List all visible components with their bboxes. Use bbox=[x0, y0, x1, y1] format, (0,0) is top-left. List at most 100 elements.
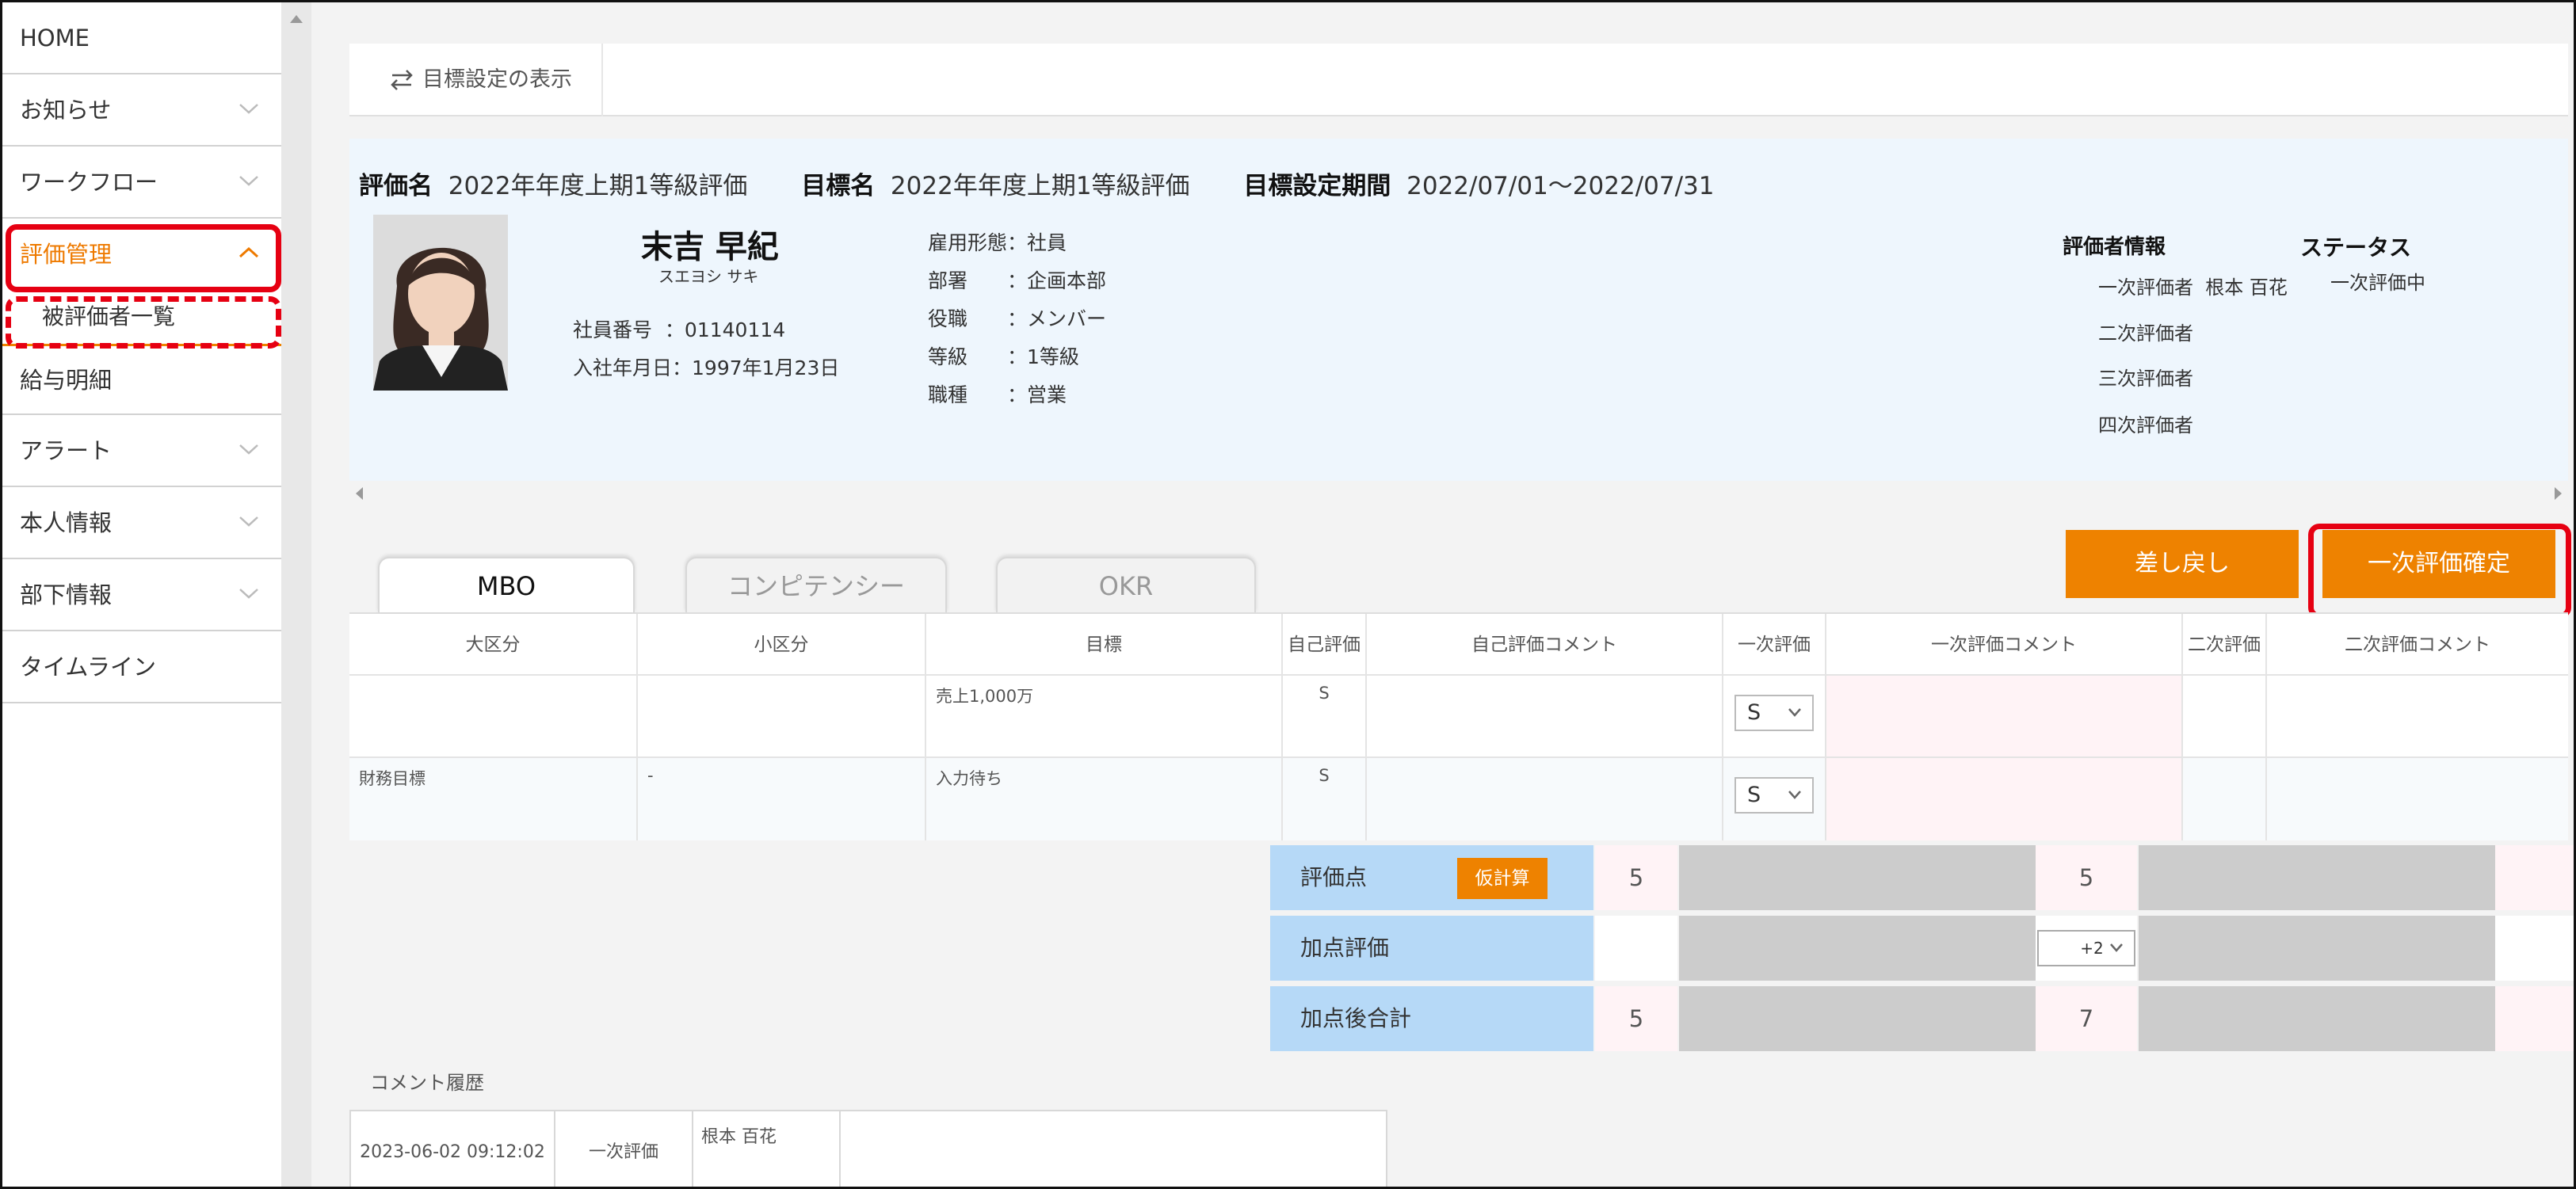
tab-label: コンピテンシー bbox=[727, 571, 905, 601]
minor-category-cell: - bbox=[638, 758, 926, 840]
second-comment-cell bbox=[2267, 676, 2568, 758]
field-value: 営業 bbox=[1027, 383, 1067, 406]
evaluator-name: 根本 百花 bbox=[2205, 276, 2288, 299]
chevron-down-icon bbox=[239, 444, 258, 455]
score-blank bbox=[1679, 986, 2036, 1051]
score-blank bbox=[2139, 845, 2495, 910]
toolbar: 目標設定の表示 bbox=[349, 44, 2568, 116]
second-score bbox=[2495, 845, 2574, 910]
eval-name-label: 評価名 bbox=[359, 172, 433, 200]
evaluator-label: 四次評価者 bbox=[2098, 414, 2193, 436]
sidebar-item-news[interactable]: お知らせ bbox=[2, 74, 281, 147]
comment-history-table: 2023-06-02 09:12:02 一次評価 根本 百花 bbox=[349, 1110, 1387, 1187]
evaluator-label: 二次評価者 bbox=[2098, 322, 2193, 345]
self-comment-cell[interactable] bbox=[1367, 676, 1723, 758]
position-row: 役職 ：メンバー bbox=[928, 303, 1106, 332]
second-comment-cell bbox=[2267, 758, 2568, 840]
sidebar-scrollbar[interactable] bbox=[281, 2, 311, 1187]
employment-type-row: 雇用形態：社員 bbox=[928, 231, 1067, 254]
field-label: 職種 bbox=[928, 383, 968, 406]
chevron-down-icon bbox=[239, 516, 258, 527]
employee-kana: スエヨシ サキ bbox=[658, 267, 759, 286]
second-eval-cell bbox=[2183, 676, 2267, 758]
evaluator-label: 三次評価者 bbox=[2098, 368, 2193, 390]
comment-type: 一次評価 bbox=[555, 1111, 693, 1187]
sidebar-item-profile[interactable]: 本人情報 bbox=[2, 487, 281, 559]
sidebar-item-label: アラート bbox=[20, 437, 113, 464]
sidebar-item-timeline[interactable]: タイムライン bbox=[2, 631, 281, 703]
first-bonus-cell: +2 bbox=[2036, 916, 2137, 981]
first-eval-cell: S bbox=[1723, 758, 1826, 840]
first-comment-cell[interactable] bbox=[1826, 758, 2183, 840]
chevron-down-icon bbox=[239, 176, 258, 186]
score-label: 評価点 bbox=[1300, 864, 1368, 890]
first-total: 7 bbox=[2036, 986, 2137, 1051]
column-header: 自己評価コメント bbox=[1367, 614, 1723, 676]
self-bonus bbox=[1595, 916, 1677, 981]
tab-mbo[interactable]: MBO bbox=[378, 557, 635, 612]
minor-category-cell bbox=[638, 676, 926, 758]
scroll-left-arrow-icon[interactable] bbox=[356, 487, 363, 500]
horizontal-scrollbar[interactable] bbox=[349, 481, 2568, 505]
second-bonus bbox=[2495, 916, 2574, 981]
first-score: 5 bbox=[2036, 845, 2137, 910]
sidebar-item-alert[interactable]: アラート bbox=[2, 415, 281, 487]
employee-number: 01140114 bbox=[684, 318, 786, 341]
field-label: 部署 bbox=[928, 269, 968, 292]
join-date-label: 入社年月日 bbox=[573, 356, 673, 379]
column-header: 自己評価 bbox=[1283, 614, 1367, 676]
chevron-down-icon bbox=[1788, 791, 1801, 799]
bonus-select[interactable]: +2 bbox=[2037, 930, 2135, 966]
tab-competency[interactable]: コンピテンシー bbox=[685, 557, 947, 612]
comment-author: 根本 百花 bbox=[693, 1111, 841, 1187]
status-value: 一次評価中 bbox=[2330, 272, 2425, 294]
sidebar-item-payslip[interactable]: 給与明細 bbox=[2, 346, 281, 415]
field-value: メンバー bbox=[1027, 307, 1107, 330]
major-category-cell bbox=[349, 676, 638, 758]
select-value: +2 bbox=[2080, 939, 2104, 958]
score-blank bbox=[2139, 986, 2495, 1051]
grade-row: 等級 ：1等級 bbox=[928, 341, 1079, 370]
tab-okr[interactable]: OKR bbox=[996, 557, 1256, 612]
employee-number-label: 社員番号 bbox=[573, 318, 653, 341]
toggle-label: 目標設定の表示 bbox=[422, 67, 572, 92]
sidebar-item-home[interactable]: HOME bbox=[2, 2, 281, 74]
column-header: 目標 bbox=[926, 614, 1283, 676]
field-label: 役職 bbox=[928, 307, 968, 330]
sidebar: HOME お知らせ ワークフロー 評価管理 被評価者一覧 給与明細 アラート 本… bbox=[2, 2, 311, 1187]
chevron-down-icon bbox=[2110, 943, 2123, 952]
sidebar-item-workflow[interactable]: ワークフロー bbox=[2, 147, 281, 219]
first-eval-cell: S bbox=[1723, 676, 1826, 758]
column-header: 一次評価 bbox=[1723, 614, 1826, 676]
scroll-right-arrow-icon[interactable] bbox=[2555, 487, 2562, 500]
first-comment-cell[interactable] bbox=[1826, 676, 2183, 758]
comment-history-title: コメント履歴 bbox=[370, 1072, 484, 1094]
first-eval-select[interactable]: S bbox=[1735, 777, 1814, 814]
column-header: 二次評価コメント bbox=[2267, 614, 2568, 676]
mbo-table: 大区分 小区分 目標 自己評価 自己評価コメント 一次評価 一次評価コメント 二… bbox=[349, 612, 2568, 840]
sidebar-item-label: タイムライン bbox=[20, 654, 156, 680]
bonus-label-cell: 加点評価 bbox=[1270, 916, 1593, 981]
return-button[interactable]: 差し戻し bbox=[2066, 530, 2299, 598]
first-eval-select[interactable]: S bbox=[1735, 695, 1814, 731]
select-value: S bbox=[1747, 700, 1761, 725]
total-label-cell: 加点後合計 bbox=[1270, 986, 1593, 1051]
second-total bbox=[2495, 986, 2574, 1051]
status-title: ステータス bbox=[2300, 234, 2412, 261]
scroll-up-arrow-icon[interactable] bbox=[290, 15, 303, 23]
sidebar-item-subordinates[interactable]: 部下情報 bbox=[2, 559, 281, 631]
evaluator-row: 一次評価者 根本 百花 bbox=[2098, 272, 2288, 299]
provisional-calc-button[interactable]: 仮計算 bbox=[1457, 858, 1548, 899]
self-eval-cell: S bbox=[1283, 676, 1367, 758]
sidebar-item-label: HOME bbox=[20, 25, 90, 51]
field-value: 1等級 bbox=[1027, 345, 1079, 368]
evaluator-row: 三次評価者 bbox=[2098, 363, 2193, 391]
department-row: 部署 ：企画本部 bbox=[928, 265, 1106, 294]
goal-name-label: 目標名 bbox=[801, 172, 876, 200]
self-eval-cell: S bbox=[1283, 758, 1367, 840]
self-total: 5 bbox=[1595, 986, 1677, 1051]
self-comment-cell[interactable] bbox=[1367, 758, 1723, 840]
goal-setting-toggle-button[interactable]: 目標設定の表示 bbox=[349, 44, 603, 116]
column-header: 大区分 bbox=[349, 614, 638, 676]
highlight-evaluatee-list bbox=[6, 296, 281, 349]
